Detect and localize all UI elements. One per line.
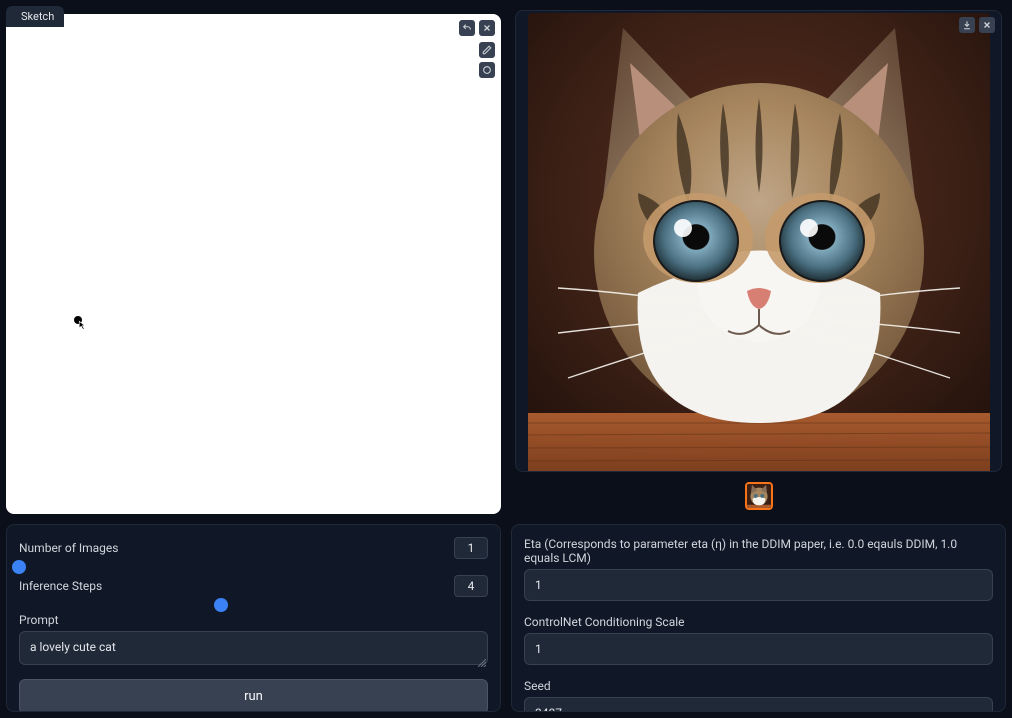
num-images-field: Number of Images 1 — [19, 537, 488, 565]
cn-scale-label: ControlNet Conditioning Scale — [524, 615, 993, 629]
brush-button[interactable] — [479, 42, 495, 58]
clear-button[interactable] — [479, 20, 495, 36]
undo-button[interactable] — [459, 20, 475, 36]
inference-steps-value[interactable]: 4 — [454, 575, 488, 597]
sketch-canvas[interactable] — [6, 14, 501, 514]
inference-steps-field: Inference Steps 4 — [19, 575, 488, 603]
prompt-field: Prompt — [19, 613, 488, 669]
cat-thumb-image — [747, 484, 771, 508]
seed-field: Seed — [524, 679, 993, 712]
output-panel — [511, 6, 1006, 514]
cn-scale-input[interactable] — [524, 633, 993, 665]
output-image-container — [515, 10, 1002, 472]
brush-icon — [482, 45, 492, 55]
eta-field: Eta (Corresponds to parameter eta (η) in… — [524, 537, 993, 601]
cat-image — [528, 13, 990, 472]
close-icon — [482, 23, 492, 33]
sketch-tab[interactable]: Sketch — [6, 6, 64, 27]
right-controls-panel: Eta (Corresponds to parameter eta (η) in… — [511, 524, 1006, 712]
output-image[interactable] — [528, 13, 990, 472]
sketch-panel: Sketch — [6, 6, 501, 514]
eta-input[interactable] — [524, 569, 993, 601]
prompt-input[interactable] — [19, 631, 488, 665]
undo-icon — [462, 23, 472, 33]
prompt-label: Prompt — [19, 613, 488, 627]
num-images-label: Number of Images — [19, 541, 118, 555]
palette-icon — [482, 65, 492, 75]
cursor — [74, 316, 88, 330]
cn-scale-field: ControlNet Conditioning Scale — [524, 615, 993, 665]
seed-input[interactable] — [524, 697, 993, 712]
sketch-tab-label: Sketch — [21, 10, 54, 23]
close-output-button[interactable] — [979, 17, 995, 33]
download-button[interactable] — [959, 17, 975, 33]
color-button[interactable] — [479, 62, 495, 78]
seed-label: Seed — [524, 679, 993, 693]
run-button[interactable]: run — [19, 679, 488, 712]
download-icon — [962, 20, 972, 30]
num-images-value[interactable]: 1 — [454, 537, 488, 559]
eta-label: Eta (Corresponds to parameter eta (η) in… — [524, 537, 993, 565]
output-thumbnail[interactable] — [745, 482, 773, 510]
inference-steps-label: Inference Steps — [19, 579, 102, 593]
left-controls-panel: Number of Images 1 Inference Steps 4 Pro… — [6, 524, 501, 712]
close-icon — [982, 20, 992, 30]
cursor-icon — [78, 320, 88, 330]
